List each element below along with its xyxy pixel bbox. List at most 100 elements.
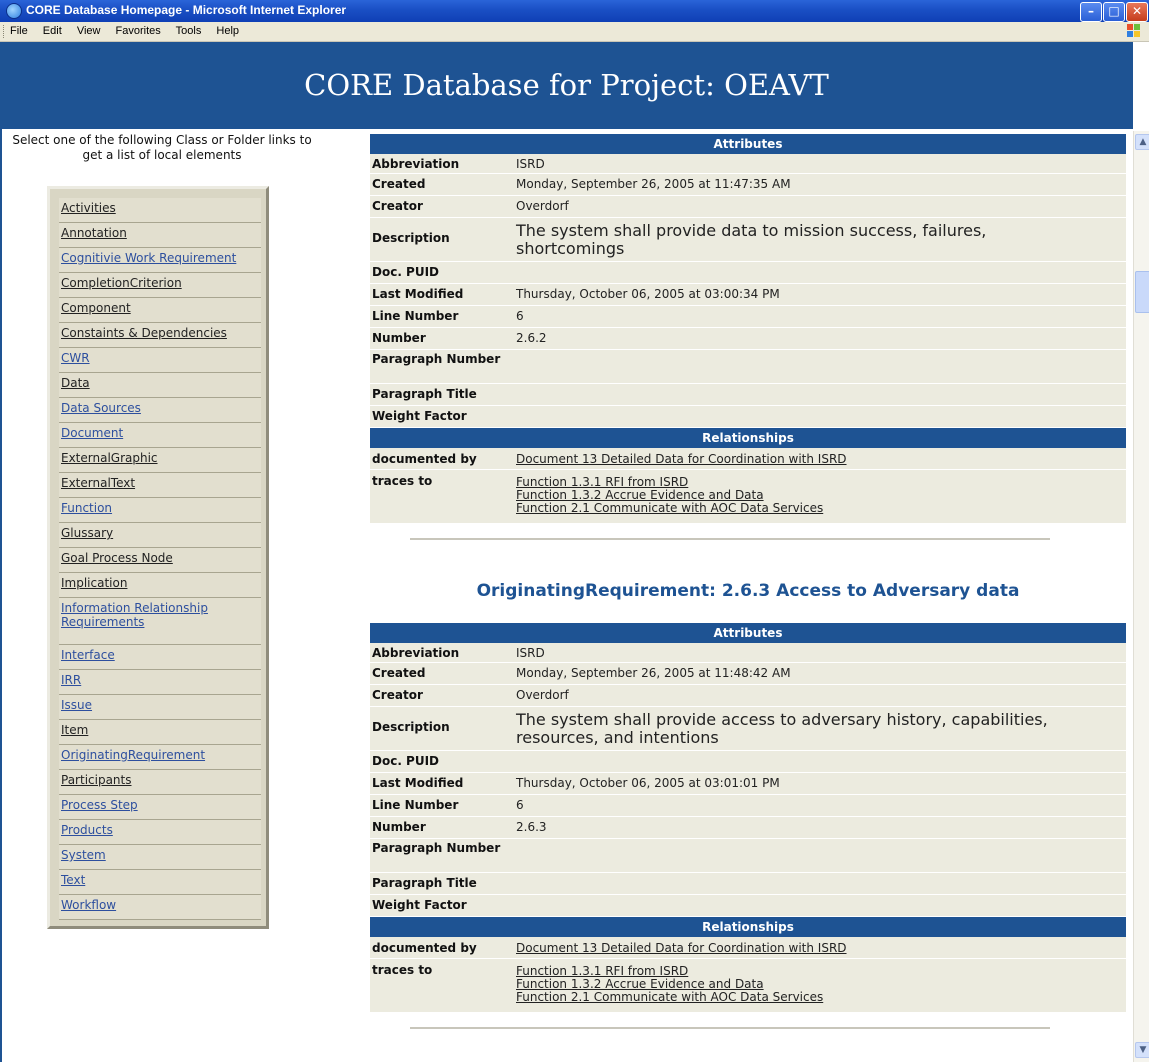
attribute-row: Abbreviation ISRD bbox=[370, 643, 1126, 663]
attribute-row: Paragraph Title bbox=[370, 873, 1126, 895]
nav-link[interactable]: Annotation bbox=[59, 223, 261, 248]
nav-link[interactable]: Document bbox=[59, 423, 261, 448]
attribute-row: Paragraph Number bbox=[370, 350, 1126, 384]
relationship-row: traces to Function 1.3.1 RFI from ISRD Fun… bbox=[370, 959, 1126, 1013]
attribute-label: Line Number bbox=[372, 309, 459, 323]
nav-link[interactable]: Participants bbox=[59, 770, 261, 795]
scroll-thumb[interactable] bbox=[1135, 271, 1149, 313]
attribute-row: Created Monday, September 26, 2005 at 11:… bbox=[370, 174, 1126, 196]
nav-link[interactable]: Process Step bbox=[59, 795, 261, 820]
attribute-label: Description bbox=[372, 720, 450, 734]
attribute-label: Weight Factor bbox=[372, 409, 467, 423]
traces-to-link[interactable]: Function 2.1 Communicate with AOC Data S… bbox=[516, 502, 823, 515]
nav-link[interactable]: Products bbox=[59, 820, 261, 845]
menu-help[interactable]: Help bbox=[216, 25, 239, 37]
nav-link[interactable]: Glussary bbox=[59, 523, 261, 548]
attribute-row: Created Monday, September 26, 2005 at 11:… bbox=[370, 663, 1126, 685]
attribute-value: Monday, September 26, 2005 at 11:47:35 A… bbox=[516, 177, 791, 191]
attribute-row: Line Number 6 bbox=[370, 795, 1126, 817]
attribute-value: The system shall provide data to mission… bbox=[516, 221, 987, 258]
nav-link[interactable]: Component bbox=[59, 298, 261, 323]
window-title: CORE Database Homepage - Microsoft Inter… bbox=[26, 3, 347, 17]
attribute-label: Paragraph Title bbox=[372, 387, 477, 401]
menu-edit[interactable]: Edit bbox=[43, 25, 62, 37]
nav-link[interactable]: Item bbox=[59, 720, 261, 745]
attribute-value: Monday, September 26, 2005 at 11:48:42 A… bbox=[516, 666, 791, 680]
nav-link[interactable]: Cognitivie Work Requirement bbox=[59, 248, 261, 273]
nav-link[interactable]: CompletionCriterion bbox=[59, 273, 261, 298]
relationship-label: documented by bbox=[372, 941, 477, 955]
nav-link[interactable]: Activities bbox=[59, 198, 261, 223]
attribute-label: Number bbox=[372, 820, 426, 834]
relationship-label: traces to bbox=[372, 963, 433, 977]
nav-link[interactable]: ExternalGraphic bbox=[59, 448, 261, 473]
attribute-label: Weight Factor bbox=[372, 898, 467, 912]
attribute-value: ISRD bbox=[516, 157, 545, 171]
nav-link[interactable]: System bbox=[59, 845, 261, 870]
attribute-row: Number 2.6.2 bbox=[370, 328, 1126, 350]
internet-explorer-icon bbox=[6, 3, 22, 19]
menu-bar: File Edit View Favorites Tools Help bbox=[0, 22, 1149, 42]
nav-link[interactable]: Issue bbox=[59, 695, 261, 720]
nav-link[interactable]: Function bbox=[59, 498, 261, 523]
scroll-up-icon[interactable]: ▲ bbox=[1135, 134, 1149, 150]
menu-tools[interactable]: Tools bbox=[176, 25, 202, 37]
relationships-header: Relationships bbox=[370, 428, 1126, 448]
page-header: CORE Database for Project: OEAVT bbox=[0, 42, 1133, 129]
documented-by-link[interactable]: Document 13 Detailed Data for Coordinati… bbox=[516, 452, 847, 466]
attribute-label: Creator bbox=[372, 199, 423, 213]
attribute-label: Line Number bbox=[372, 798, 459, 812]
close-button[interactable]: ✕ bbox=[1126, 2, 1148, 22]
attribute-value: Overdorf bbox=[516, 199, 569, 213]
attribute-row: Description The system shall provide data… bbox=[370, 218, 1126, 262]
attributes-header: Attributes bbox=[370, 134, 1126, 154]
relationships-header: Relationships bbox=[370, 917, 1126, 937]
attribute-label: Doc. PUID bbox=[372, 754, 440, 768]
section-divider bbox=[410, 1027, 1050, 1029]
nav-link[interactable]: CWR bbox=[59, 348, 261, 373]
relationship-label: documented by bbox=[372, 452, 477, 466]
nav-link[interactable]: Interface bbox=[59, 645, 261, 670]
toolbar-grip bbox=[3, 25, 6, 38]
nav-link[interactable]: Goal Process Node bbox=[59, 548, 261, 573]
nav-link[interactable]: Implication bbox=[59, 573, 261, 598]
nav-link[interactable]: ExternalText bbox=[59, 473, 261, 498]
attribute-value: Thursday, October 06, 2005 at 03:01:01 P… bbox=[516, 776, 780, 790]
attribute-label: Paragraph Number bbox=[372, 352, 501, 366]
nav-link[interactable]: Text bbox=[59, 870, 261, 895]
nav-link[interactable]: Data Sources bbox=[59, 398, 261, 423]
attribute-value: 6 bbox=[516, 798, 524, 812]
attribute-label: Abbreviation bbox=[372, 646, 460, 660]
section-title: OriginatingRequirement: 2.6.3 Access to … bbox=[476, 581, 1020, 601]
window-title-bar[interactable]: CORE Database Homepage - Microsoft Inter… bbox=[0, 0, 1149, 22]
nav-link[interactable]: Workflow bbox=[59, 895, 261, 920]
vertical-scrollbar[interactable]: ▲ ▼ bbox=[1133, 131, 1149, 1062]
attribute-label: Doc. PUID bbox=[372, 265, 440, 279]
menu-view[interactable]: View bbox=[77, 25, 101, 37]
attribute-value: Overdorf bbox=[516, 688, 569, 702]
attribute-label: Last Modified bbox=[372, 287, 464, 301]
minimize-button[interactable]: – bbox=[1080, 2, 1102, 22]
maximize-button[interactable]: □ bbox=[1103, 2, 1125, 22]
windows-logo-icon bbox=[1127, 24, 1141, 38]
menu-file[interactable]: File bbox=[10, 25, 28, 37]
traces-to-link[interactable]: Function 2.1 Communicate with AOC Data S… bbox=[516, 991, 823, 1004]
nav-link[interactable]: IRR bbox=[59, 670, 261, 695]
attribute-row: Last Modified Thursday, October 06, 2005 … bbox=[370, 773, 1126, 795]
nav-link[interactable]: Data bbox=[59, 373, 261, 398]
attribute-value: The system shall provide access to adver… bbox=[516, 710, 1048, 747]
nav-link[interactable]: Constaints & Dependencies bbox=[59, 323, 261, 348]
attribute-value: 2.6.3 bbox=[516, 820, 547, 834]
attribute-row: Paragraph Title bbox=[370, 384, 1126, 406]
relationship-label: traces to bbox=[372, 474, 433, 488]
attribute-value: 2.6.2 bbox=[516, 331, 547, 345]
menu-favorites[interactable]: Favorites bbox=[116, 25, 161, 37]
nav-link[interactable]: Information Relationship Requirements bbox=[59, 598, 261, 645]
scroll-down-icon[interactable]: ▼ bbox=[1135, 1042, 1149, 1058]
relationship-row: documented by Document 13 Detailed Data f… bbox=[370, 448, 1126, 470]
nav-link[interactable]: OriginatingRequirement bbox=[59, 745, 261, 770]
attribute-label: Created bbox=[372, 177, 426, 191]
nav-instructions: Select one of the following Class or Fol… bbox=[12, 133, 312, 162]
attributes-header: Attributes bbox=[370, 623, 1126, 643]
documented-by-link[interactable]: Document 13 Detailed Data for Coordinati… bbox=[516, 941, 847, 955]
